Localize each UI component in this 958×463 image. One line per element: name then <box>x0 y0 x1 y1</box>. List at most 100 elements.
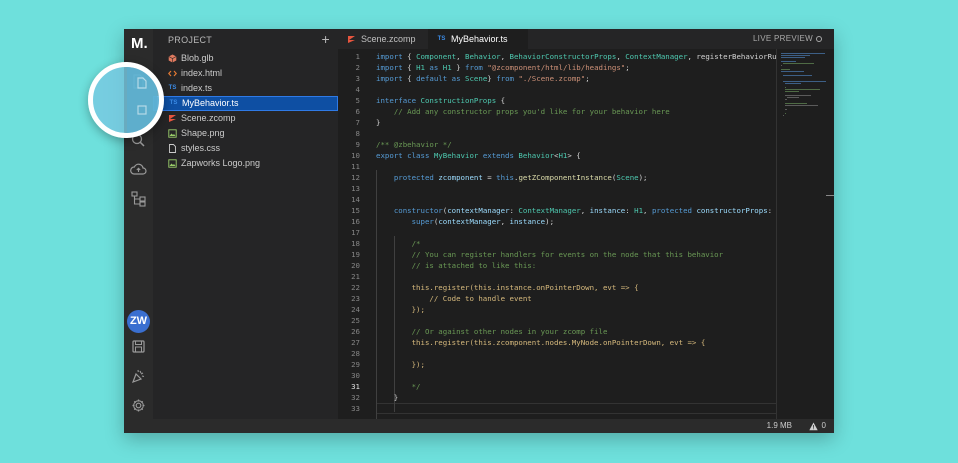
app-logo: M. <box>131 35 148 52</box>
code-token: ContextManager <box>518 206 581 215</box>
minimap-line <box>783 115 784 116</box>
code-token: { <box>402 52 417 61</box>
code-line: 21 <box>338 271 776 282</box>
line-number: 33 <box>351 404 360 413</box>
minimap-line <box>781 53 825 54</box>
file-item[interactable]: Shape.png <box>153 126 338 141</box>
line-number: 5 <box>355 96 360 105</box>
code-line: 22 this.register(this.instance.onPointer… <box>338 282 776 293</box>
file-name: Blob.glb <box>181 53 214 63</box>
scroll-thumb[interactable] <box>826 195 834 196</box>
code-line: 23 // Code to handle event <box>338 293 776 304</box>
minimap-line <box>783 63 814 64</box>
code-token: */ <box>411 382 421 391</box>
save-icon[interactable] <box>128 336 149 357</box>
line-number: 17 <box>351 228 360 237</box>
file-item[interactable]: Zapworks Logo.png <box>153 156 338 171</box>
line-number: 27 <box>351 338 360 347</box>
code-token: instance <box>589 206 626 215</box>
tab-mybehavior-ts[interactable]: TS MyBehavior.ts <box>428 29 528 49</box>
file-item[interactable]: index.html <box>153 66 338 81</box>
line-number: 29 <box>351 360 360 369</box>
line-number: 12 <box>351 173 360 182</box>
code-token: { <box>402 74 417 83</box>
line-number: 11 <box>351 162 360 171</box>
minimap-line <box>785 105 818 106</box>
code-text: /** @zbehavior */ <box>376 139 452 150</box>
celebration-icon[interactable] <box>128 366 149 387</box>
code-token: constructorProps <box>696 206 768 215</box>
file-item[interactable]: TS MyBehavior.ts <box>153 96 338 111</box>
user-avatar[interactable]: ZW <box>127 310 150 333</box>
code-text: }); <box>376 304 425 315</box>
minimap-line <box>781 57 805 58</box>
project-sidebar: PROJECT + Blob.glb index.html TS index.ts TS… <box>153 29 338 419</box>
minimap[interactable] <box>776 49 834 419</box>
code-line: 4 <box>338 84 776 95</box>
ts-icon: TS <box>168 85 177 91</box>
code-token: as <box>451 74 461 83</box>
gear-icon[interactable] <box>128 395 149 416</box>
tab-label: Scene.zcomp <box>361 34 416 44</box>
line-number: 23 <box>351 294 360 303</box>
code-text: this.register(this.zcomponent.nodes.MyNo… <box>376 337 706 348</box>
code-token: Scene <box>465 74 488 83</box>
code-token: /** @zbehavior */ <box>376 140 452 149</box>
file-item[interactable]: Blob.glb <box>153 51 338 66</box>
tab-scene-zcomp[interactable]: Scene.zcomp <box>338 29 428 49</box>
editor-window: M. ZW PROJECT + Blob.glb index.html TS in <box>124 29 834 433</box>
code-text: } <box>376 392 398 403</box>
file-item[interactable]: Scene.zcomp <box>153 111 338 126</box>
code-line: 31 */ <box>338 381 776 392</box>
line-number: 14 <box>351 195 360 204</box>
line-number: 18 <box>351 239 360 248</box>
code-token: H1 <box>442 63 452 72</box>
warnings-indicator[interactable]: 0 <box>808 419 826 433</box>
file-item[interactable]: TS index.ts <box>153 81 338 96</box>
code-editor[interactable]: 1 import { Component, Behavior, BehaviorC… <box>338 49 776 419</box>
code-line: 2 import { H1 as H1 } from "@zcomponent/h… <box>338 62 776 73</box>
code-line: 14 <box>338 194 776 205</box>
add-file-button[interactable]: + <box>322 29 330 49</box>
image-icon <box>168 129 177 138</box>
file-list: Blob.glb index.html TS index.ts TS MyBehavior… <box>153 51 338 171</box>
code-token: protected <box>393 173 434 182</box>
code-token: = <box>482 173 497 182</box>
file-name: Shape.png <box>181 128 225 138</box>
minimap-line <box>785 113 786 114</box>
line-number: 30 <box>351 371 360 380</box>
code-text: super(contextManager, instance); <box>376 216 554 227</box>
code-token: } <box>451 63 466 72</box>
hierarchy-icon[interactable] <box>128 188 149 209</box>
code-text: */ <box>376 381 421 392</box>
code-line: 7} <box>338 117 776 128</box>
line-number: 21 <box>351 272 360 281</box>
code-token: }); <box>411 305 425 314</box>
line-number: 31 <box>351 382 360 391</box>
code-line: 19 // You can register handlers for even… <box>338 249 776 260</box>
image-icon <box>168 159 177 168</box>
code-line: 16 super(contextManager, instance); <box>338 216 776 227</box>
live-preview-toggle[interactable]: LIVE PREVIEW <box>753 29 822 49</box>
minimap-line <box>785 83 801 84</box>
css-file-icon <box>168 144 177 153</box>
code-token: contextManager <box>438 217 501 226</box>
file-item[interactable]: styles.css <box>153 141 338 156</box>
cloud-upload-icon[interactable] <box>128 159 149 180</box>
code-token: super <box>411 217 434 226</box>
code-token: this <box>496 173 514 182</box>
zcomp-icon <box>168 114 177 123</box>
code-token: > { <box>567 151 581 160</box>
code-line: 10 export class MyBehavior extends Behavi… <box>338 150 776 161</box>
code-token: this.register(this.instance.onPointerDow… <box>411 283 639 292</box>
code-token: } <box>376 118 381 127</box>
code-token: /* <box>411 239 421 248</box>
code-token: this.register(this.zcomponent.nodes.MyNo… <box>411 338 706 347</box>
